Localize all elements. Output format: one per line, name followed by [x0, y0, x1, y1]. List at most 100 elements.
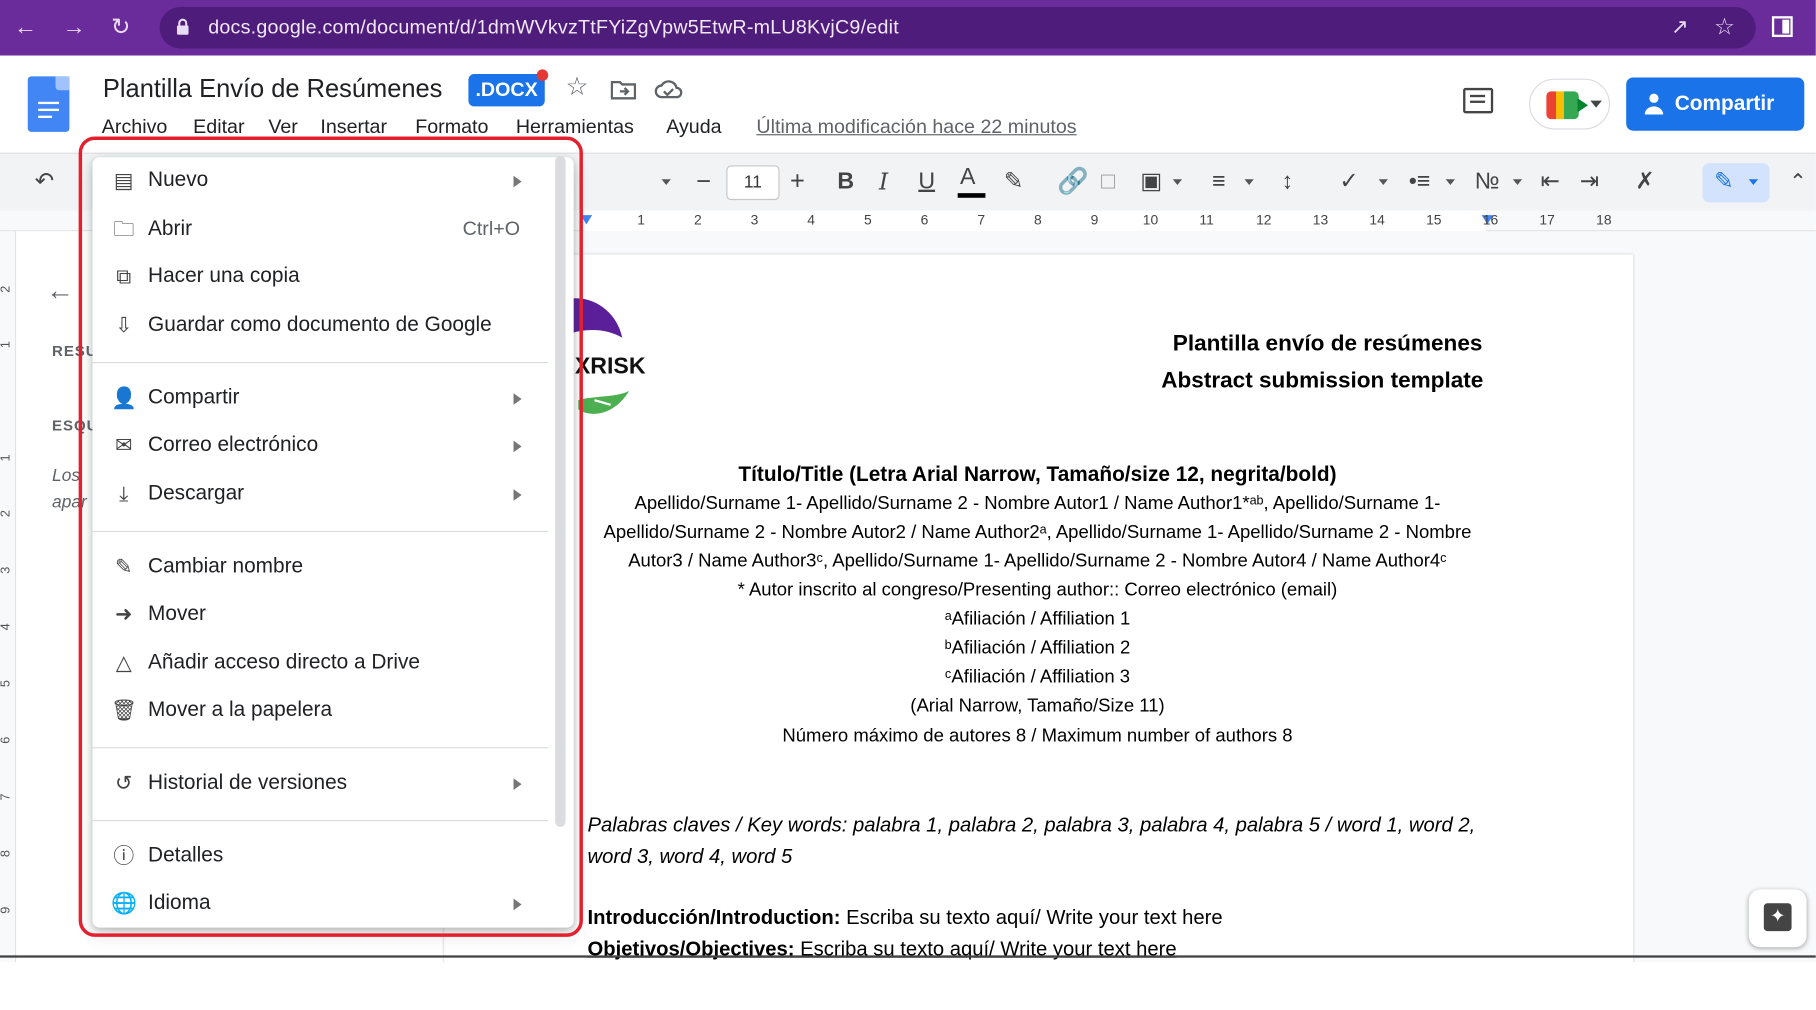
- logo-text: XRISK: [574, 353, 646, 380]
- authors-line: Apellido/Surname 2 - Nombre Autor2 / Nam…: [603, 522, 1472, 543]
- abstract-title: Título/Title (Letra Arial Narrow, Tamaño…: [738, 462, 1337, 486]
- increase-indent-icon[interactable]: ⇥: [1580, 168, 1599, 196]
- image-chevron-icon[interactable]: [1172, 179, 1183, 186]
- ruler-number: 17: [1539, 211, 1555, 228]
- authors-line: Autor3 / Name Author3ᶜ, Apellido/Surname…: [628, 551, 1447, 572]
- back-icon[interactable]: ←: [14, 12, 37, 44]
- checklist-icon[interactable]: ✓: [1339, 168, 1358, 196]
- explore-button[interactable]: ✦: [1748, 889, 1807, 948]
- document-title[interactable]: Plantilla Envío de Resúmenes: [103, 74, 442, 104]
- ruler-number: 16: [1482, 211, 1499, 228]
- docx-badge[interactable]: .DOCX: [468, 74, 545, 107]
- address-bar[interactable]: docs.google.com/document/d/1dmWVkvzTtFYi…: [159, 6, 1756, 49]
- ruler-number: 12: [1256, 211, 1272, 228]
- font-dropdown-chevron-icon[interactable]: [661, 179, 671, 186]
- viewport-bottom-border: [0, 955, 1816, 958]
- ruler-number: 15: [1426, 211, 1442, 228]
- line-spacing-icon[interactable]: ↕: [1282, 168, 1294, 196]
- share-button-label: Compartir: [1674, 91, 1775, 115]
- affiliation-line: ᵃAfiliación / Affiliation 1: [944, 609, 1131, 630]
- menu-ayuda[interactable]: Ayuda: [666, 116, 721, 139]
- align-icon[interactable]: ≡: [1212, 168, 1225, 196]
- affiliation-line: ᶜAfiliación / Affiliation 3: [944, 667, 1131, 688]
- share-button[interactable]: Compartir: [1626, 77, 1805, 131]
- ruler-number: 9: [1090, 211, 1099, 228]
- introduction-text: Escriba su texto aquí/ Write your text h…: [840, 905, 1223, 929]
- star-icon[interactable]: ☆: [566, 72, 589, 102]
- notification-dot: [536, 69, 549, 81]
- bulleted-list-icon[interactable]: •≡: [1409, 168, 1431, 196]
- side-panel-icon[interactable]: [1771, 16, 1793, 38]
- move-folder-icon[interactable]: [610, 79, 637, 100]
- italic-icon[interactable]: I: [879, 168, 888, 196]
- increase-font-icon[interactable]: +: [790, 167, 805, 196]
- forward-icon[interactable]: →: [62, 12, 85, 44]
- menu-ver[interactable]: Ver: [268, 116, 298, 139]
- reload-icon[interactable]: ↻: [111, 12, 130, 44]
- decrease-font-icon[interactable]: −: [696, 167, 711, 196]
- affiliation-line: ᵇAfiliación / Affiliation 2: [944, 638, 1131, 659]
- cloud-saved-icon[interactable]: [654, 79, 683, 100]
- share-page-icon[interactable]: ↗: [1671, 15, 1688, 39]
- ruler-number: 6: [0, 736, 13, 744]
- decrease-indent-icon[interactable]: ⇤: [1541, 168, 1560, 196]
- meet-button[interactable]: [1529, 78, 1610, 130]
- page-header-en: Abstract submission template: [1161, 367, 1484, 394]
- ruler-number: 13: [1312, 211, 1329, 228]
- align-chevron-icon[interactable]: [1244, 179, 1254, 186]
- page-header-es: Plantilla envío de resúmenes: [1172, 330, 1483, 357]
- red-highlight-annotation: [78, 136, 583, 937]
- ruler-number: 2: [693, 211, 702, 228]
- max-authors-line: Número máximo de autores 8 / Maximum num…: [782, 726, 1293, 747]
- highlight-icon[interactable]: ✎: [1004, 168, 1023, 196]
- editing-mode-chevron-icon: [1748, 179, 1759, 186]
- ruler-number: 7: [0, 793, 13, 801]
- menu-insertar[interactable]: Insertar: [320, 116, 387, 139]
- add-comment-icon[interactable]: □: [1101, 168, 1115, 196]
- font-note-line: (Arial Narrow, Tamaño/Size 11): [910, 696, 1165, 716]
- ruler-number: 3: [750, 211, 759, 228]
- lock-icon: [176, 18, 189, 35]
- image-icon[interactable]: ▣: [1140, 168, 1162, 196]
- ruler-number: 2: [0, 285, 13, 293]
- menu-herramientas[interactable]: Herramientas: [516, 116, 634, 139]
- last-edit-link[interactable]: Última modificación hace 22 minutos: [756, 116, 1076, 139]
- ruler-number: 9: [0, 906, 13, 914]
- ruler-number: 7: [977, 211, 986, 228]
- ruler-number: 4: [807, 211, 816, 228]
- numbered-list-chevron-icon[interactable]: [1512, 179, 1523, 186]
- collapse-menu-icon[interactable]: ⌃: [1789, 168, 1806, 196]
- undo-icon[interactable]: ↶: [35, 168, 54, 196]
- ruler-number: 14: [1369, 211, 1385, 228]
- bookmark-star-icon[interactable]: ☆: [1714, 13, 1735, 42]
- ruler-number: 10: [1142, 211, 1159, 228]
- menu-formato[interactable]: Formato: [415, 116, 488, 139]
- ruler-number: 5: [0, 680, 13, 688]
- clear-formatting-icon[interactable]: ✗: [1635, 168, 1654, 196]
- bulleted-list-chevron-icon[interactable]: [1445, 179, 1456, 186]
- link-icon[interactable]: 🔗: [1057, 167, 1089, 196]
- underline-icon[interactable]: U: [918, 168, 935, 196]
- ruler-number: 8: [1034, 211, 1042, 228]
- ruler-number: 1: [637, 211, 646, 228]
- arrow-left-icon[interactable]: ←: [46, 275, 74, 307]
- text-color-icon[interactable]: A: [960, 163, 975, 191]
- vertical-ruler[interactable]: 2 1 1 2 3 4 5 6 7 8 9: [0, 231, 17, 963]
- menu-editar[interactable]: Editar: [193, 116, 244, 139]
- ruler-number: 5: [863, 211, 872, 228]
- docs-logo-icon[interactable]: [27, 76, 70, 132]
- menu-archivo[interactable]: Archivo: [102, 116, 168, 139]
- numbered-list-icon[interactable]: №: [1475, 168, 1500, 196]
- bold-icon[interactable]: B: [837, 168, 854, 196]
- font-size-input[interactable]: 11: [726, 165, 780, 201]
- url-text: docs.google.com/document/d/1dmWVkvzTtFYi…: [208, 16, 899, 39]
- meet-icon: [1546, 91, 1589, 120]
- ruler-number: 18: [1596, 211, 1612, 228]
- ruler-number: 1: [0, 341, 13, 349]
- ruler-number: 2: [0, 509, 13, 518]
- checklist-chevron-icon[interactable]: [1378, 179, 1388, 186]
- keywords-line: word 3, word 4, word 5: [587, 844, 793, 868]
- comments-icon[interactable]: [1463, 87, 1494, 114]
- keywords-line: Palabras claves / Key words: palabra 1, …: [587, 813, 1476, 837]
- editing-mode-button[interactable]: ✎: [1702, 163, 1770, 203]
